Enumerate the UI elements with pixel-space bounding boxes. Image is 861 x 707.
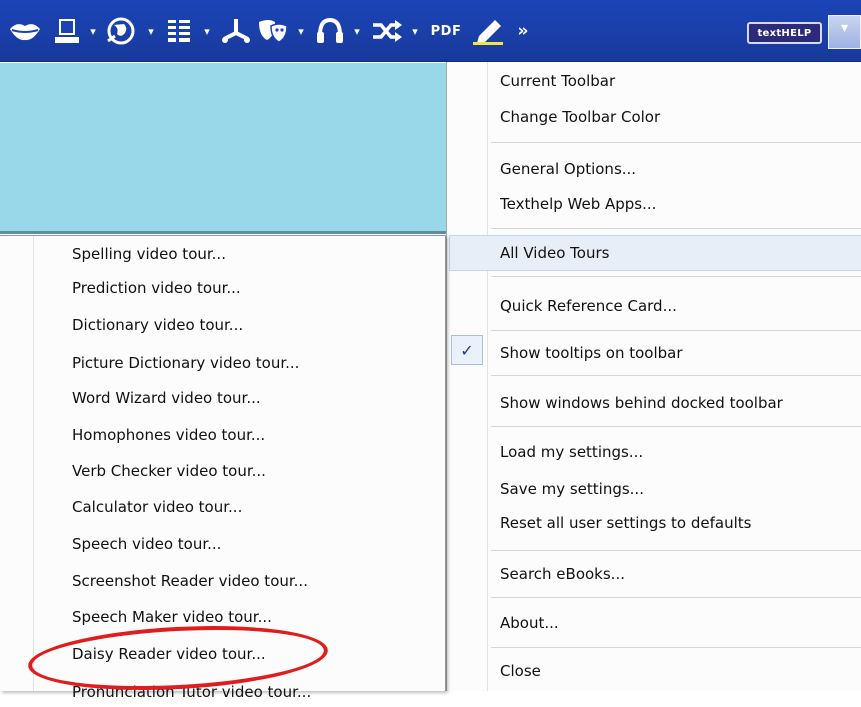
menu-item-all-video-tours[interactable]: All Video Tours <box>500 238 850 268</box>
menu-gutter-separator <box>487 62 488 691</box>
menu-item-search-ebooks[interactable]: Search eBooks... <box>500 559 850 589</box>
menu-item-about[interactable]: About... <box>500 608 850 638</box>
texthelp-logo: textHELP <box>747 22 822 44</box>
chevron-down-icon: ▾ <box>840 20 849 36</box>
menu-separator <box>491 142 861 143</box>
menu-item-save-settings[interactable]: Save my settings... <box>500 474 850 504</box>
menu-separator <box>491 426 861 427</box>
menu-separator <box>491 597 861 598</box>
submenu-item-homophones[interactable]: Homophones video tour... <box>72 420 432 450</box>
document-area <box>0 63 446 231</box>
submenu-item-screenshot-reader[interactable]: Screenshot Reader video tour... <box>72 566 432 596</box>
lips-icon[interactable] <box>8 0 42 62</box>
menu-separator <box>491 550 861 551</box>
menu-item-close[interactable]: Close <box>500 656 850 686</box>
document-dropdown-arrow[interactable]: ▾ <box>200 0 214 62</box>
menu-item-general-options[interactable]: General Options... <box>500 154 850 184</box>
globe-icon[interactable] <box>104 0 138 62</box>
menu-item-show-windows-behind[interactable]: Show windows behind docked toolbar <box>500 388 850 418</box>
pdf-icon[interactable]: PDF <box>428 0 464 62</box>
submenu-gutter-separator <box>33 236 34 691</box>
headphones-icon[interactable] <box>314 0 346 62</box>
highlighter-icon[interactable] <box>470 0 506 62</box>
document-icon[interactable] <box>164 0 194 62</box>
submenu-item-verb-checker[interactable]: Verb Checker video tour... <box>72 456 432 486</box>
menu-separator <box>491 228 861 229</box>
monitor-icon[interactable] <box>52 0 82 62</box>
fork-icon[interactable] <box>220 0 252 62</box>
menu-separator <box>491 375 861 376</box>
shuffle-dropdown-arrow[interactable]: ▾ <box>408 0 422 62</box>
menu-separator <box>491 330 861 331</box>
drama-masks-icon[interactable] <box>256 0 290 62</box>
texthelp-toolbar: ▾ ▾ ▾ ▾ ▾ ▾ PDF » textHELP ▾ <box>0 0 861 62</box>
menu-item-show-tooltips[interactable]: Show tooltips on toolbar <box>500 338 850 368</box>
submenu-item-calculator[interactable]: Calculator video tour... <box>72 492 432 522</box>
menu-item-load-settings[interactable]: Load my settings... <box>500 437 850 467</box>
monitor-dropdown-arrow[interactable]: ▾ <box>86 0 100 62</box>
submenu-item-speech[interactable]: Speech video tour... <box>72 529 432 559</box>
menu-item-quick-reference-card[interactable]: Quick Reference Card... <box>500 291 850 321</box>
menu-item-change-toolbar-color[interactable]: Change Toolbar Color <box>500 102 850 132</box>
menu-item-texthelp-web-apps[interactable]: Texthelp Web Apps... <box>500 189 850 219</box>
submenu-item-dictionary[interactable]: Dictionary video tour... <box>72 310 432 340</box>
shuffle-icon[interactable] <box>370 0 404 62</box>
globe-dropdown-arrow[interactable]: ▾ <box>144 0 158 62</box>
submenu-item-spelling[interactable]: Spelling video tour... <box>72 239 432 269</box>
menu-separator <box>491 276 861 277</box>
submenu-item-picture-dictionary[interactable]: Picture Dictionary video tour... <box>72 348 432 378</box>
toolbar-menu-button[interactable]: ▾ <box>828 15 861 49</box>
document-area-border <box>0 231 446 234</box>
check-icon: ✓ <box>451 335 483 365</box>
video-tours-submenu: Spelling video tour... Prediction video … <box>0 235 446 701</box>
menu-separator <box>491 647 861 648</box>
headphones-dropdown-arrow[interactable]: ▾ <box>350 0 364 62</box>
submenu-item-word-wizard[interactable]: Word Wizard video tour... <box>72 383 432 413</box>
submenu-item-prediction[interactable]: Prediction video tour... <box>72 273 432 303</box>
masks-dropdown-arrow[interactable]: ▾ <box>294 0 308 62</box>
menu-item-reset-settings[interactable]: Reset all user settings to defaults <box>500 508 850 538</box>
more-tools-chevron[interactable]: » <box>510 0 534 62</box>
toolbar-options-menu: Current Toolbar Change Toolbar Color Gen… <box>446 62 861 691</box>
menu-item-current-toolbar[interactable]: Current Toolbar <box>500 66 850 96</box>
